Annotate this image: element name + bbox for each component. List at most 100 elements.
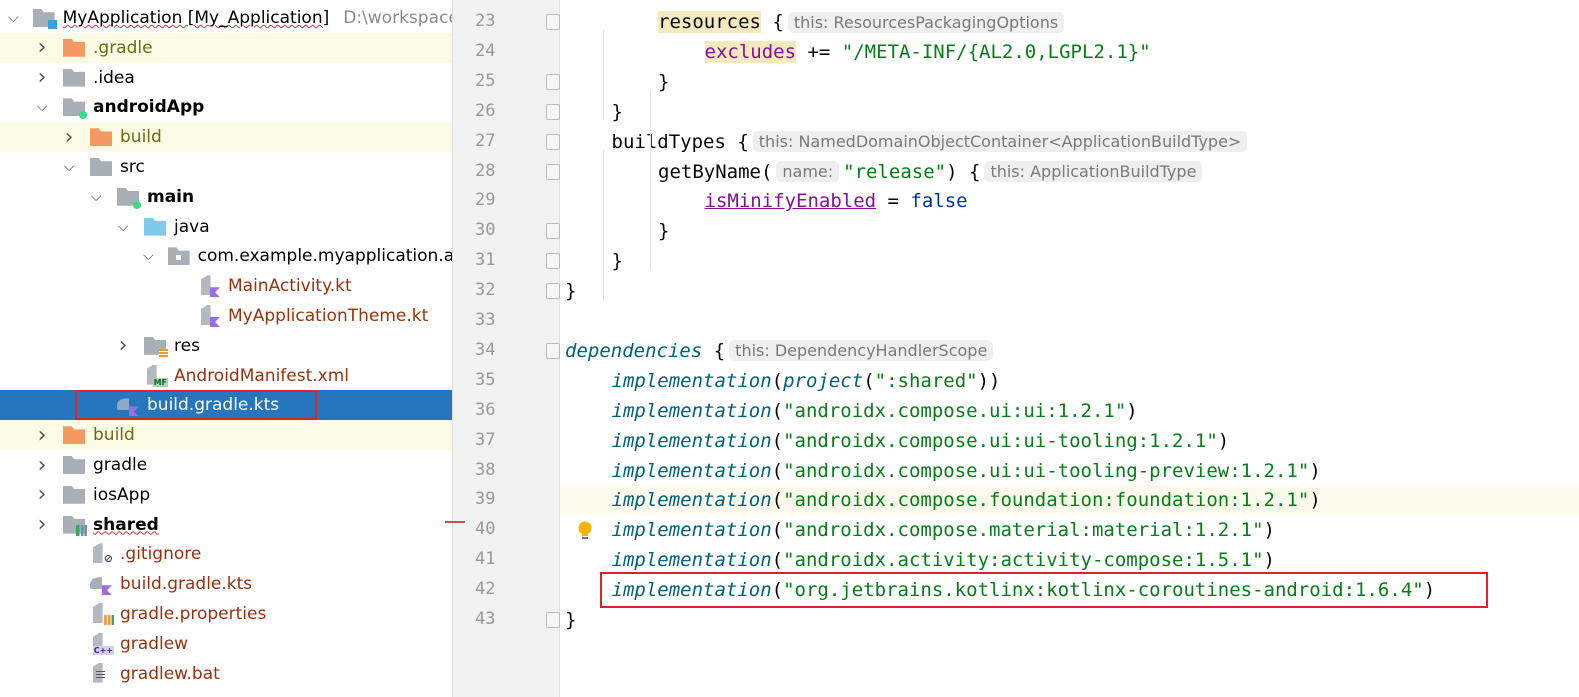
package-icon: [167, 247, 190, 266]
indent-guide: [650, 90, 651, 210]
editor-gutter: 23 24 25 26 27 28 29 30 31 32 33 34 35 36 37 38 39 40 41 42…: [465, 0, 560, 697]
chevron-down-icon[interactable]: ⌵: [62, 159, 76, 175]
fold-end-icon[interactable]: [546, 103, 560, 120]
code-editor[interactable]: resources {this: ResourcesPackagingOptio…: [560, 0, 1579, 697]
chevron-right-icon[interactable]: ›: [35, 65, 49, 90]
code-token: implementation: [611, 399, 772, 422]
code-line[interactable]: }: [560, 67, 1579, 97]
module-folder-android-icon: [63, 98, 87, 120]
tree-item[interactable]: C++ gradlew: [0, 629, 452, 659]
tree-item[interactable]: ⌵ androidApp: [0, 92, 452, 122]
code-line[interactable]: implementation("androidx.compose.ui:ui-t…: [560, 426, 1579, 456]
chevron-right-icon[interactable]: ›: [35, 35, 49, 60]
chevron-right-icon[interactable]: ›: [35, 512, 49, 537]
tree-item[interactable]: › .idea: [0, 63, 452, 93]
chevron-right-icon[interactable]: ›: [35, 482, 49, 507]
tree-item[interactable]: build.gradle.kts: [0, 390, 452, 421]
tree-item[interactable]: › res: [0, 331, 452, 361]
chevron-right-icon[interactable]: ›: [35, 423, 49, 448]
tree-item-label: build: [120, 127, 162, 148]
code-line[interactable]: }: [560, 246, 1579, 276]
code-line[interactable]: }: [560, 216, 1579, 246]
code-line[interactable]: implementation("org.jetbrains.kotlinx:ko…: [560, 572, 1579, 609]
chevron-down-icon[interactable]: ⌵: [35, 99, 49, 115]
code-line[interactable]: }: [560, 276, 1579, 306]
fold-end-icon[interactable]: [546, 73, 560, 90]
chevron-right-icon[interactable]: ›: [116, 333, 130, 358]
code-line[interactable]: dependencies {this: DependencyHandlerSco…: [560, 336, 1579, 366]
highlight-box: [600, 572, 1488, 609]
tree-item[interactable]: MainActivity.kt: [0, 271, 452, 301]
code-token: implementation: [611, 459, 772, 482]
tree-item[interactable]: ⌵ MyApplication [My_Application] D:\worksp…: [0, 3, 455, 33]
code-line[interactable]: implementation("androidx.compose.foundat…: [560, 485, 1579, 516]
tree-item-label: MainActivity.kt: [228, 276, 352, 297]
code-line[interactable]: }: [560, 605, 1579, 635]
tree-item[interactable]: ⌵ main: [0, 182, 452, 212]
tree-item[interactable]: › gradle: [0, 450, 452, 480]
tree-item[interactable]: gradlew.bat: [0, 659, 452, 689]
properties-file-icon: [90, 603, 114, 625]
fold-end-icon[interactable]: [546, 223, 560, 240]
code-line[interactable]: excludes += "/META-INF/{AL2.0,LGPL2.1}": [560, 37, 1579, 67]
chevron-down-icon[interactable]: ⌵: [89, 189, 103, 205]
fold-end-icon[interactable]: [546, 253, 560, 270]
code-line[interactable]: implementation(project(":shared")): [560, 366, 1579, 396]
tree-item[interactable]: MyApplicationTheme.kt: [0, 301, 452, 331]
tree-item[interactable]: ⊘ .gitignore: [0, 539, 452, 569]
cpp-file-icon: C++: [90, 632, 114, 655]
code-token: getByName(: [658, 160, 773, 183]
tree-item[interactable]: › build: [0, 122, 452, 153]
tree-item[interactable]: ⌵ com.example.myapplication.and: [0, 241, 455, 271]
fold-collapse-icon[interactable]: [546, 163, 560, 180]
code-token: }: [611, 250, 623, 273]
tree-item[interactable]: build.gradle.kts: [0, 569, 452, 599]
tree-item[interactable]: › .gradle: [0, 32, 452, 63]
code-line[interactable]: resources {this: ResourcesPackagingOptio…: [560, 7, 1579, 37]
tree-item-label: gradle: [93, 455, 148, 475]
lightbulb-icon[interactable]: [577, 521, 593, 541]
code-line[interactable]: [560, 306, 1579, 336]
panel-divider[interactable]: [452, 0, 465, 697]
code-token: ): [1309, 489, 1321, 512]
chevron-down-icon[interactable]: ⌵: [143, 248, 154, 264]
code-line[interactable]: buildTypes {this: NamedDomainObjectConta…: [560, 127, 1579, 157]
code-token: }: [565, 609, 577, 631]
tree-item[interactable]: MF AndroidManifest.xml: [0, 361, 452, 391]
tree-item[interactable]: ⌵ java: [0, 212, 452, 242]
fold-collapse-icon[interactable]: [546, 342, 560, 359]
fold-collapse-icon[interactable]: [546, 133, 560, 150]
fold-end-icon[interactable]: [546, 612, 560, 628]
code-line[interactable]: implementation("androidx.compose.materia…: [560, 515, 1579, 545]
code-line[interactable]: getByName(name: "release") {this: Applica…: [560, 157, 1579, 187]
code-token: implementation: [611, 489, 772, 512]
tree-item-label: com.example.myapplication.and: [197, 246, 455, 267]
tree-item[interactable]: › build: [0, 420, 452, 451]
code-line[interactable]: implementation("androidx.activity:activi…: [560, 545, 1579, 575]
highlight-box: [75, 390, 317, 421]
chevron-down-icon[interactable]: ⌵: [116, 219, 130, 235]
code-line[interactable]: isMinifyEnabled = false: [560, 186, 1579, 216]
code-token: +=: [796, 40, 842, 63]
tree-item-label: build.gradle.kts: [120, 574, 253, 595]
tree-item[interactable]: › iosApp: [0, 480, 452, 510]
code-token: implementation: [611, 519, 772, 542]
chevron-right-icon[interactable]: ›: [62, 125, 76, 150]
code-line[interactable]: implementation("androidx.compose.ui:ui:1…: [560, 396, 1579, 426]
gradle-kts-file-icon: [90, 575, 112, 596]
code-line[interactable]: }: [560, 97, 1579, 127]
fold-collapse-icon[interactable]: [546, 14, 560, 30]
tree-item-label: build: [93, 425, 135, 446]
tree-item[interactable]: gradle.properties: [0, 599, 452, 629]
tree-item-label: shared: [93, 514, 159, 535]
code-line[interactable]: implementation("androidx.compose.ui:ui-t…: [560, 456, 1579, 486]
line-number: 42: [475, 579, 496, 600]
tree-item[interactable]: › shared: [0, 510, 452, 540]
chevron-down-icon[interactable]: ⌵: [8, 10, 19, 26]
inlay-hint: this: NamedDomainObjectContainer<Applica…: [752, 131, 1248, 153]
tree-item[interactable]: ⌵ src: [0, 152, 452, 182]
chevron-right-icon[interactable]: ›: [35, 453, 49, 478]
code-token: }: [565, 280, 577, 303]
fold-end-icon[interactable]: [546, 283, 560, 300]
line-number: 29: [475, 190, 496, 211]
